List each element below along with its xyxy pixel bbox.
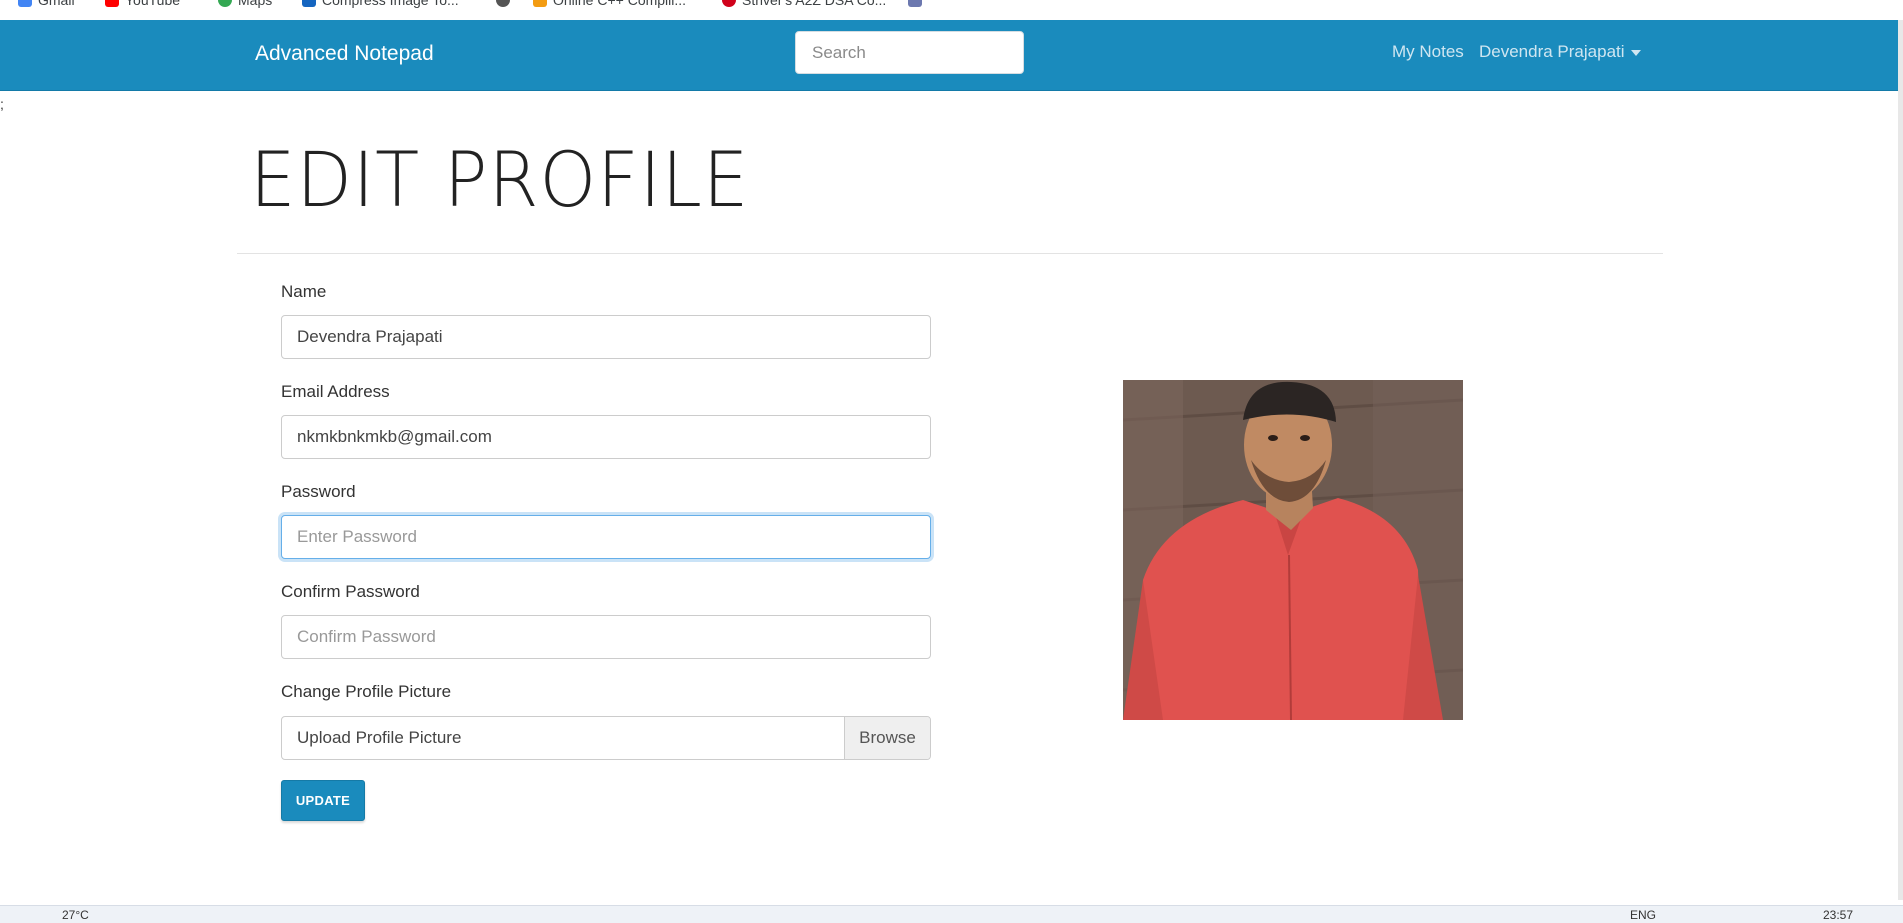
page-title: EDIT PROFILE [250, 135, 750, 225]
github-icon [496, 0, 510, 7]
bookmark-github[interactable] [496, 0, 510, 8]
top-navbar: Advanced Notepad My Notes Devendra Praja… [0, 20, 1898, 91]
maps-icon [218, 0, 232, 7]
bookmark-maps[interactable]: Maps [218, 0, 272, 8]
user-menu-label: Devendra Prajapati [1479, 42, 1625, 61]
page-scrollbar[interactable] [1898, 20, 1903, 900]
update-button[interactable]: UPDATE [281, 780, 365, 821]
caret-down-icon [1630, 49, 1641, 56]
os-taskbar: 27°C ENG 23:57 [0, 905, 1903, 923]
header-divider [237, 253, 1663, 254]
password-field[interactable] [281, 515, 931, 559]
search-input[interactable] [795, 31, 1024, 74]
name-field[interactable] [281, 315, 931, 359]
clock-text[interactable]: 23:57 [1823, 908, 1853, 922]
confirm-password-label: Confirm Password [281, 582, 420, 601]
youtube-icon [105, 0, 119, 7]
email-label: Email Address [281, 382, 390, 401]
upload-file-text[interactable]: Upload Profile Picture [282, 717, 844, 759]
phpmyadmin-icon [908, 0, 922, 7]
bookmark-phpmyadmin[interactable] [908, 0, 922, 8]
bookmark-gmail[interactable]: Gmail [18, 0, 75, 8]
language-indicator[interactable]: ENG [1630, 908, 1656, 922]
profile-picture-label: Change Profile Picture [281, 682, 452, 701]
email-field[interactable] [281, 415, 931, 459]
stray-text: ; [0, 96, 4, 112]
confirm-password-field[interactable] [281, 615, 931, 659]
bookmark-youtube[interactable]: YouTube [105, 0, 180, 8]
compress-icon [302, 0, 316, 7]
bookmark-online-cpp[interactable]: Online C++ Compili... [533, 0, 686, 8]
weather-text: 27°C [62, 908, 89, 922]
user-menu-dropdown[interactable]: Devendra Prajapati [1479, 42, 1641, 62]
password-label: Password [281, 482, 356, 501]
browse-button[interactable]: Browse [844, 717, 930, 759]
profile-picture-upload[interactable]: Upload Profile Picture Browse [281, 716, 931, 760]
bookmark-striver[interactable]: Striver's A2Z DSA Co... [722, 0, 886, 8]
bookmark-compress-image[interactable]: Compress Image To... [302, 0, 459, 8]
name-label: Name [281, 282, 327, 301]
gmail-icon [18, 0, 32, 7]
bookmarks-bar: Gmail YouTube Maps Compress Image To... … [0, 0, 1903, 20]
compiler-icon [533, 0, 547, 7]
navbar-brand[interactable]: Advanced Notepad [255, 42, 434, 66]
striver-icon [722, 0, 736, 7]
profile-picture [1123, 380, 1463, 720]
nav-my-notes[interactable]: My Notes [1392, 42, 1464, 62]
